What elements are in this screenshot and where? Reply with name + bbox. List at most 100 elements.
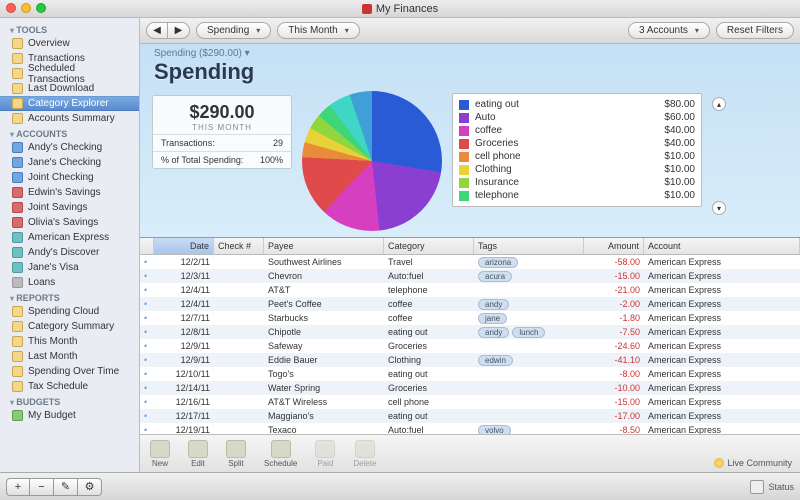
sidebar-item[interactable]: Spending Over Time [0,364,139,379]
legend-row[interactable]: Groceries$40.00 [459,137,695,150]
table-row[interactable]: •12/3/11ChevronAuto:fuelacura-15.00Ameri… [140,269,800,283]
sidebar-item[interactable]: Loans [0,275,139,290]
accounts-dropdown[interactable]: 3 Accounts [628,22,710,39]
sidebar-item[interactable]: Jane's Checking [0,155,139,170]
legend-label: telephone [475,190,639,201]
column-header[interactable]: Account [644,238,800,254]
action-button[interactable]: Edit [188,440,208,468]
legend-row[interactable]: Insurance$10.00 [459,176,695,189]
legend-value: $60.00 [645,112,695,123]
view-dropdown[interactable]: Spending [196,22,271,39]
sidebar-item-icon [12,113,23,124]
bottom-button[interactable]: ✎ [54,478,78,496]
column-header[interactable]: Category [384,238,474,254]
close-icon[interactable] [6,3,16,13]
table-row[interactable]: •12/4/11AT&Ttelephone-21.00American Expr… [140,283,800,297]
table-row[interactable]: •12/9/11SafewayGroceries-24.60American E… [140,339,800,353]
legend-row[interactable]: Auto$60.00 [459,111,695,124]
legend-row[interactable]: coffee$40.00 [459,124,695,137]
table-row[interactable]: •12/14/11Water SpringGroceries-10.00Amer… [140,381,800,395]
action-button[interactable]: Schedule [264,440,297,468]
table-row[interactable]: •12/16/11AT&T Wirelesscell phone-15.00Am… [140,395,800,409]
table-row[interactable]: •12/8/11Chipotleeating outandylunch-7.50… [140,325,800,339]
sidebar-item[interactable]: Olivia's Savings [0,215,139,230]
scroll-up-button[interactable]: ▴ [712,97,726,111]
sidebar-item[interactable]: Overview [0,36,139,51]
action-button[interactable]: Split [226,440,246,468]
legend-row[interactable]: Clothing$10.00 [459,163,695,176]
sidebar-item[interactable]: Category Summary [0,319,139,334]
sidebar-item-icon [12,83,23,94]
live-community-link[interactable]: Live Community [714,458,792,468]
column-header[interactable]: Check # [214,238,264,254]
sidebar-group-header[interactable]: TOOLS [0,22,139,36]
tag-pill[interactable]: andy [478,327,509,338]
legend-label: Groceries [475,138,639,149]
back-button[interactable]: ◀ [146,22,168,39]
sidebar-item[interactable]: American Express [0,230,139,245]
pie-chart[interactable] [302,91,442,231]
period-dropdown[interactable]: This Month [277,22,359,39]
tag-pill[interactable]: jane [478,313,507,324]
tag-pill[interactable]: edwin [478,355,513,366]
forward-button[interactable]: ▶ [168,22,190,39]
reset-filters-button[interactable]: Reset Filters [716,22,794,39]
sidebar-item[interactable]: Andy's Discover [0,245,139,260]
tag-pill[interactable]: arizona [478,257,518,268]
bottom-button[interactable]: + [6,478,30,496]
sidebar-item-icon [12,232,23,243]
sidebar-item[interactable]: Last Month [0,349,139,364]
column-header[interactable]: Amount [584,238,644,254]
bottom-button[interactable]: ⚙ [78,478,102,496]
zoom-icon[interactable] [36,3,46,13]
action-icon [150,440,170,458]
legend-row[interactable]: telephone$10.00 [459,189,695,202]
table-row[interactable]: •12/9/11Eddie BauerClothingedwin-41.10Am… [140,353,800,367]
sidebar-item[interactable]: Joint Savings [0,200,139,215]
legend-swatch [459,178,469,188]
sidebar-item[interactable]: Edwin's Savings [0,185,139,200]
column-header[interactable] [140,238,154,254]
table-row[interactable]: •12/7/11Starbuckscoffeejane-1.80American… [140,311,800,325]
action-icon [226,440,246,458]
breadcrumb[interactable]: Spending ($290.00) ▾ [140,44,800,59]
column-header[interactable]: Date [154,238,214,254]
legend-swatch [459,191,469,201]
legend-row[interactable]: eating out$80.00 [459,98,695,111]
sidebar-item[interactable]: Category Explorer [0,96,139,111]
sidebar-item[interactable]: Spending Cloud [0,304,139,319]
minimize-icon[interactable] [21,3,31,13]
sidebar-item[interactable]: Joint Checking [0,170,139,185]
sidebar-group-header[interactable]: ACCOUNTS [0,126,139,140]
table-row[interactable]: •12/4/11Peet's Coffeecoffeeandy-2.00Amer… [140,297,800,311]
grid-header[interactable]: DateCheck #PayeeCategoryTagsAmountAccoun… [140,238,800,255]
sidebar-item[interactable]: This Month [0,334,139,349]
table-row[interactable]: •12/10/11Togo'seating out-8.00American E… [140,367,800,381]
status-button[interactable]: Status [750,480,794,494]
tag-pill[interactable]: andy [478,299,509,310]
column-header[interactable]: Payee [264,238,384,254]
sidebar-item-icon [12,277,23,288]
sidebar-item[interactable]: Tax Schedule [0,379,139,394]
scroll-down-button[interactable]: ▾ [712,201,726,215]
bottom-button[interactable]: − [30,478,54,496]
legend-row[interactable]: cell phone$10.00 [459,150,695,163]
sidebar-item[interactable]: Andy's Checking [0,140,139,155]
action-button: Paid [315,440,335,468]
tag-pill[interactable]: acura [478,271,512,282]
legend-swatch [459,139,469,149]
sidebar-item[interactable]: Jane's Visa [0,260,139,275]
sidebar-item-label: Andy's Discover [28,247,99,258]
sidebar-group-header[interactable]: BUDGETS [0,394,139,408]
table-row[interactable]: •12/17/11Maggiano'seating out-17.00Ameri… [140,409,800,423]
tag-pill[interactable]: lunch [512,327,545,338]
sidebar-item[interactable]: Accounts Summary [0,111,139,126]
table-row[interactable]: •12/2/11Southwest AirlinesTravelarizona-… [140,255,800,269]
sidebar-item-icon [12,142,23,153]
sidebar-group-header[interactable]: REPORTS [0,290,139,304]
sidebar-item-icon [12,351,23,362]
sidebar-item[interactable]: My Budget [0,408,139,423]
column-header[interactable]: Tags [474,238,584,254]
sidebar-item[interactable]: Scheduled Transactions [0,66,139,81]
action-button[interactable]: New [150,440,170,468]
